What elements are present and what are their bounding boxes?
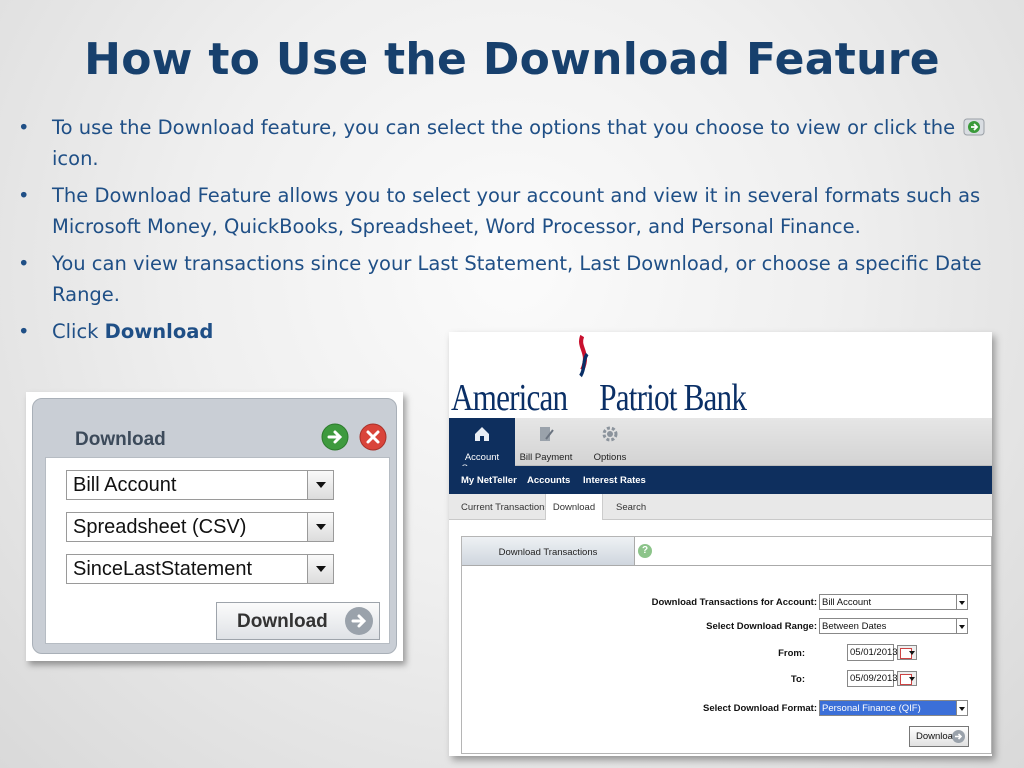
nav-label: Bill Payment — [519, 452, 573, 463]
tab-search[interactable]: Search — [616, 494, 646, 520]
close-icon[interactable] — [359, 423, 387, 451]
bullet-text: To use the Download feature, you can sel… — [52, 116, 956, 139]
top-navigation: Account Summary Bill Payment Options — [449, 418, 992, 474]
account-select[interactable]: Bill Account — [66, 470, 334, 500]
bank-range-value: Between Dates — [822, 621, 887, 632]
bank-format-select[interactable]: Personal Finance (QIF) — [819, 700, 968, 716]
arrow-right-icon — [952, 730, 965, 743]
flag-icon — [574, 334, 592, 414]
nav-label: Options — [593, 452, 627, 463]
panel-divider — [635, 565, 992, 566]
subnav-interest-rates[interactable]: Interest Rates — [583, 475, 646, 486]
bullet-item: • You can view transactions since your L… — [18, 248, 1018, 310]
bank-download-button[interactable]: Download — [909, 726, 969, 747]
range-select[interactable]: SinceLastStatement — [66, 554, 334, 584]
to-label: To: — [790, 674, 805, 685]
download-button-label: Download — [237, 611, 328, 632]
arrow-right-icon — [345, 607, 373, 635]
chevron-down-icon[interactable] — [956, 595, 967, 609]
to-date-input[interactable]: 05/09/2013 — [847, 670, 898, 687]
logo-american: American — [451, 377, 568, 419]
bullet-text: You can view transactions since your Las… — [52, 252, 982, 306]
calendar-icon[interactable] — [897, 671, 917, 686]
subnav-accounts[interactable]: Accounts — [527, 475, 570, 486]
bill-pen-icon — [536, 424, 556, 444]
bank-format-value: Personal Finance (QIF) — [822, 703, 921, 714]
range-label: Select Download Range: — [706, 621, 817, 632]
go-icon[interactable] — [321, 423, 349, 451]
transaction-tabs: Current Transactions Download Search — [449, 494, 992, 520]
logo-patriot: Patriot — [599, 377, 677, 419]
chevron-down-icon[interactable] — [956, 619, 967, 633]
chevron-down-icon[interactable] — [956, 701, 967, 715]
bank-account-select[interactable]: Bill Account — [819, 594, 968, 610]
home-icon — [472, 424, 492, 444]
from-label: From: — [778, 648, 805, 659]
account-label: Download Transactions for Account: — [651, 597, 817, 608]
widget-body: Bill Account Spreadsheet (CSV) SinceLast… — [45, 457, 390, 644]
logo-bank: Bank — [683, 377, 747, 419]
bullet-dot: • — [18, 320, 30, 343]
format-select-value: Spreadsheet (CSV) — [73, 516, 247, 538]
bullet-dot: • — [18, 184, 30, 207]
bank-range-select[interactable]: Between Dates — [819, 618, 968, 634]
bullet-bold-text: Download — [104, 320, 214, 343]
from-date-input[interactable]: 05/01/2013 — [847, 644, 898, 661]
help-icon[interactable]: ? — [638, 544, 652, 558]
subnav-my-netteller[interactable]: My NetTeller — [461, 475, 517, 486]
tab-current-transactions[interactable]: Current Transactions — [461, 494, 549, 520]
tab-download[interactable]: Download — [545, 494, 603, 520]
bank-account-value: Bill Account — [822, 597, 872, 608]
chevron-down-icon[interactable] — [307, 513, 333, 541]
bullet-text: Click — [52, 320, 99, 343]
download-button[interactable]: Download — [216, 602, 380, 640]
chevron-down-icon[interactable] — [307, 555, 333, 583]
range-select-value: SinceLastStatement — [73, 558, 252, 580]
download-widget: Download Bill Account Spreadsheet (CSV) … — [32, 398, 397, 654]
sub-navigation: My NetTeller Accounts Interest Rates — [449, 466, 992, 494]
bank-download-screenshot: American Patriot Bank Account Summary Bi… — [449, 332, 992, 756]
green-go-arrow-icon — [963, 114, 985, 136]
nav-bill-payment[interactable]: Bill Payment — [519, 418, 573, 466]
calendar-icon[interactable] — [897, 645, 917, 660]
bullet-list: • To use the Download feature, you can s… — [18, 112, 1018, 353]
format-select[interactable]: Spreadsheet (CSV) — [66, 512, 334, 542]
bullet-item: • To use the Download feature, you can s… — [18, 112, 1018, 174]
bullet-item: • The Download Feature allows you to sel… — [18, 180, 1018, 242]
nav-options[interactable]: Options — [587, 418, 633, 466]
account-select-value: Bill Account — [73, 474, 177, 496]
download-widget-screenshot: Download Bill Account Spreadsheet (CSV) … — [26, 392, 403, 661]
gear-icon — [600, 424, 620, 444]
bullet-text: The Download Feature allows you to selec… — [52, 184, 981, 238]
widget-title: Download — [75, 429, 166, 450]
bullet-dot: • — [18, 116, 30, 139]
bullet-text: icon. — [52, 147, 99, 170]
format-label: Select Download Format: — [702, 703, 817, 714]
nav-account-summary[interactable]: Account Summary — [449, 418, 515, 474]
slide-title: How to Use the Download Feature — [84, 34, 940, 85]
chevron-down-icon[interactable] — [307, 471, 333, 499]
download-transactions-panel: Download Transactions ? Download Transac… — [461, 536, 992, 754]
bank-logo: American Patriot Bank — [451, 334, 747, 420]
panel-tab-download-transactions[interactable]: Download Transactions — [462, 537, 635, 566]
bullet-dot: • — [18, 252, 30, 275]
